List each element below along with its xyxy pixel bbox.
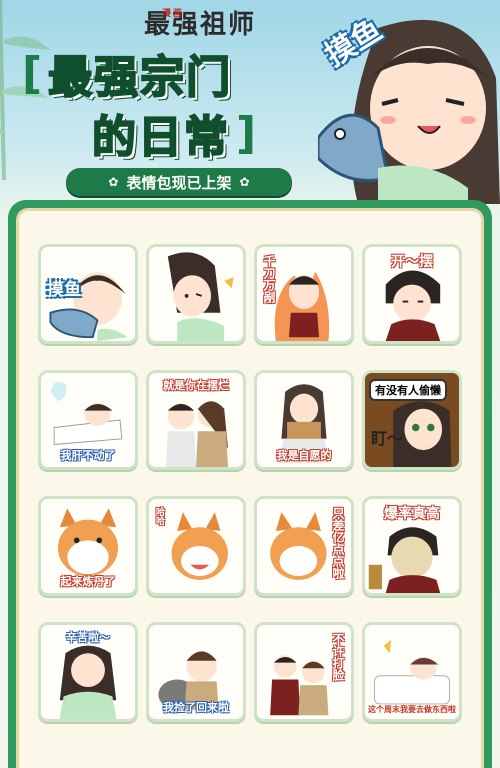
- sticker-14[interactable]: 我捡了回来啦: [146, 622, 246, 722]
- title-text-2: 的日常: [91, 111, 230, 164]
- title-text-1: 最强宗门: [47, 51, 233, 104]
- sticker-7[interactable]: 我是自愿的: [254, 370, 354, 470]
- sticker-grid: 摸鱼 千刀万剐 开～摆 我肝不动了 就是你在摆烂 我是自愿的 有没有人偷懒 盯～…: [38, 244, 462, 722]
- sticker-caption: 我肝不动了: [60, 449, 116, 462]
- logo-tag: 漫画: [162, 9, 185, 19]
- right-bracket: ]: [236, 107, 257, 159]
- sticker-6[interactable]: 就是你在摆烂: [146, 370, 246, 470]
- sticker-caption: 千刀万剐: [262, 255, 276, 303]
- sticker-caption: 我捡了回来啦: [163, 701, 229, 714]
- sticker-11[interactable]: 只差亿点点啦: [254, 496, 354, 596]
- sticker-3[interactable]: 千刀万剐: [254, 244, 354, 344]
- sticker-15[interactable]: 不许打脸: [254, 622, 354, 722]
- sticker-13[interactable]: 辛苦啦～: [38, 622, 138, 722]
- sticker-5[interactable]: 我肝不动了: [38, 370, 138, 470]
- sticker-caption: 我是自愿的: [276, 449, 332, 462]
- sticker-1[interactable]: 摸鱼: [38, 244, 138, 344]
- title-line-2: 的日常 ]: [91, 104, 257, 165]
- sticker-4[interactable]: 开～摆: [362, 244, 462, 344]
- sticker-12[interactable]: 爆率真高: [362, 496, 462, 596]
- sticker-art: [167, 252, 234, 341]
- subtitle-text: 表情包现已上架: [126, 173, 232, 192]
- sticker-caption: 就是你在摆烂: [163, 379, 229, 392]
- sticker-caption: 辛苦啦～: [66, 631, 110, 644]
- sticker-caption: 爆率真高: [384, 506, 440, 522]
- sticker-caption: 只差亿点点啦: [331, 507, 345, 579]
- title-line-1: [ 最强宗门: [22, 44, 233, 105]
- sticker-16[interactable]: 这个周末我要去做东西啦: [362, 622, 462, 722]
- sticker-caption: 哈哈: [154, 507, 164, 525]
- sticker-caption: 这个周末我要去做东西啦: [368, 705, 456, 714]
- sticker-10[interactable]: 哈哈: [146, 496, 246, 596]
- sticker-caption: 摸鱼: [47, 280, 81, 300]
- left-bracket: [: [22, 47, 43, 99]
- flower-icon: ✿: [108, 175, 119, 189]
- subtitle-banner: ✿ 表情包现已上架 ✿: [66, 168, 292, 196]
- sticker-caption: 开～摆: [391, 254, 433, 270]
- logo-text: 最强祖师: [143, 10, 256, 40]
- sticker-9[interactable]: 起来炼丹了: [38, 496, 138, 596]
- sticker-caption: 不许打脸: [331, 633, 345, 681]
- app-logo: 漫画 最强祖师: [100, 4, 300, 42]
- flower-icon: ✿: [239, 175, 250, 189]
- sticker-caption: 有没有人偷懒: [369, 379, 447, 401]
- sticker-8[interactable]: 有没有人偷懒 盯～: [362, 370, 462, 470]
- sticker-2[interactable]: [146, 244, 246, 344]
- sticker-caption: 起来炼丹了: [60, 575, 116, 588]
- sticker-caption-2: 盯～: [371, 429, 404, 448]
